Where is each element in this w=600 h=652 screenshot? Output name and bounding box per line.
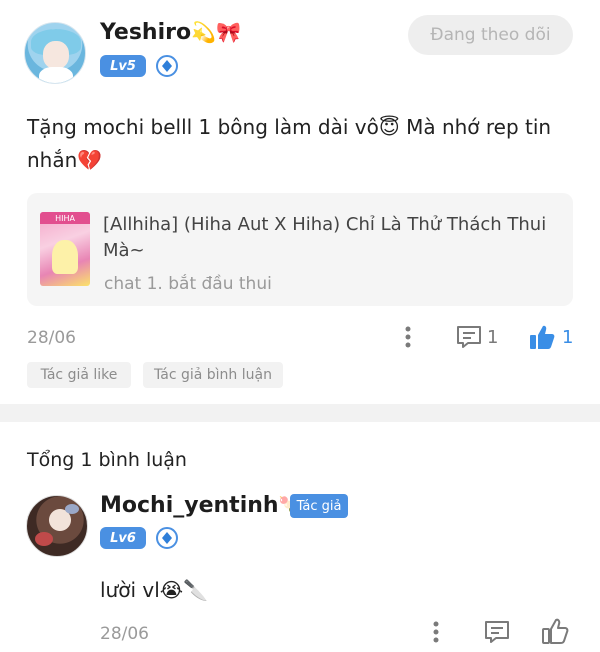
thumbs-up-outline-icon[interactable] [540,616,570,646]
comment-count: 1 [487,327,499,348]
thumbs-up-filled-icon[interactable] [527,322,557,352]
author-name[interactable]: Yeshiro💫🎀 [100,20,241,45]
level-badge: Lv5 [100,55,146,77]
level-badge: Lv6 [100,527,146,549]
post-text: Tặng mochi belll 1 bông làm dài vô😇 Mà n… [27,115,552,172]
follow-button[interactable]: Đang theo dõi [408,15,573,55]
commenter-name[interactable]: Mochi_yentinh🍡 [100,493,301,518]
author-badge: Tác giả [290,494,348,518]
author-avatar[interactable] [24,22,86,84]
comment-icon[interactable] [483,619,511,645]
comment-text: lười vl😭🔪 [100,578,209,602]
more-vertical-icon[interactable] [426,619,446,645]
post-date: 28/06 [27,328,76,348]
story-chapter: chat 1. bắt đầu thui [104,274,272,294]
more-vertical-icon[interactable] [398,324,418,350]
commenter-avatar[interactable] [26,495,88,557]
story-title[interactable]: [Allhiha] (Hiha Aut X Hiha) Chỉ Là Thử T… [103,212,558,264]
comment-date: 28/06 [100,624,149,644]
author-name-emoji: 💫🎀 [191,20,241,44]
diamond-icon [156,55,178,77]
diamond-icon [156,527,178,549]
author-liked-tag: Tác giả like [27,362,131,388]
story-cover-text: HIHA [40,212,90,224]
comments-total: Tổng 1 bình luận [27,449,187,471]
story-cover[interactable]: HIHA [40,212,90,286]
author-commented-tag: Tác giả bình luận [143,362,283,388]
comment-icon[interactable] [455,324,483,350]
section-divider [0,404,600,422]
like-count: 1 [562,327,574,348]
